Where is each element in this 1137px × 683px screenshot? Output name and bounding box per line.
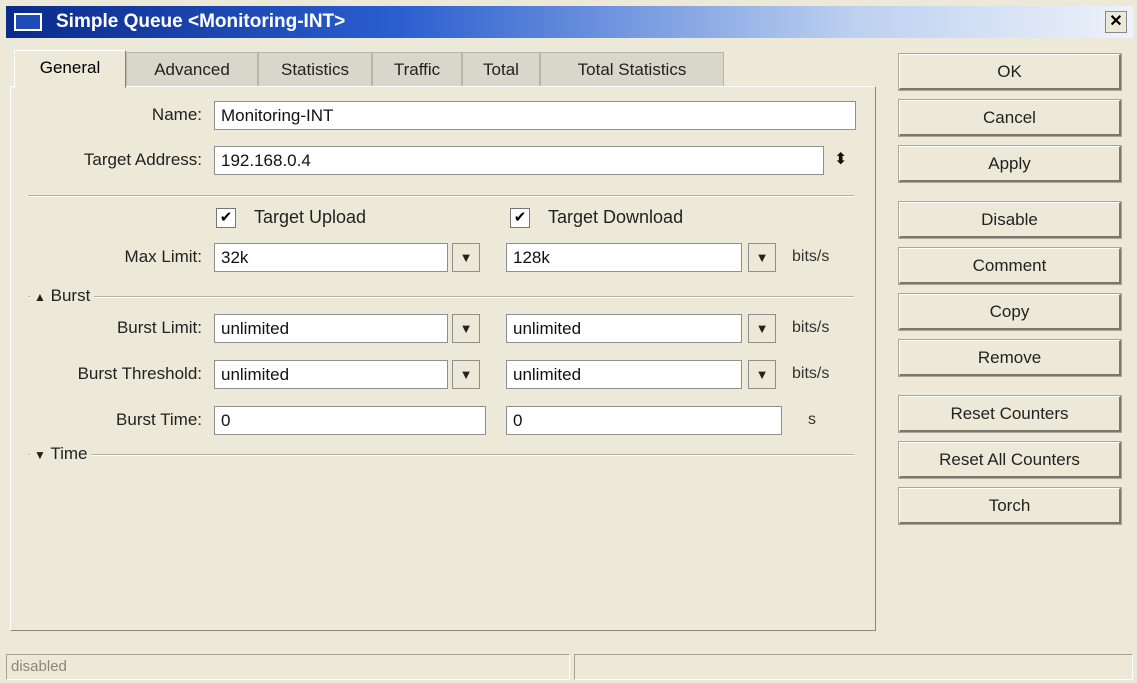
burst-threshold-download-input[interactable]: unlimited	[506, 360, 742, 389]
tab-total-statistics[interactable]: Total Statistics	[540, 52, 724, 86]
apply-button[interactable]: Apply	[898, 145, 1122, 183]
tab-traffic[interactable]: Traffic	[372, 52, 462, 86]
close-button[interactable]: ✕	[1105, 11, 1127, 33]
burst-limit-label: Burst Limit:	[116, 318, 202, 337]
cancel-button[interactable]: Cancel	[898, 99, 1122, 137]
ok-button[interactable]: OK	[898, 53, 1122, 91]
torch-button[interactable]: Torch	[898, 487, 1122, 525]
name-input[interactable]: Monitoring-INT	[214, 101, 856, 130]
burst-section-toggle[interactable]: ▲ Burst	[30, 286, 95, 306]
burst-limit-download-dropdown-icon[interactable]: ▼	[748, 314, 776, 343]
simple-queue-window: Simple Queue <Monitoring-INT> ✕ General …	[0, 0, 1137, 683]
remove-button[interactable]: Remove	[898, 339, 1122, 377]
window-icon	[14, 13, 42, 31]
burst-time-unit: s	[808, 411, 816, 428]
max-limit-upload-input[interactable]: 32k	[214, 243, 448, 272]
burst-threshold-label: Burst Threshold:	[77, 364, 202, 383]
burst-separator	[28, 296, 854, 298]
target-address-label: Target Address:	[83, 150, 202, 169]
expand-arrow-icon: ▼	[34, 448, 46, 462]
burst-threshold-download-dropdown-icon[interactable]: ▼	[748, 360, 776, 389]
burst-section-label: Burst	[50, 286, 91, 305]
max-limit-download-dropdown-icon[interactable]: ▼	[748, 243, 776, 272]
reset-counters-button[interactable]: Reset Counters	[898, 395, 1122, 433]
window-title: Simple Queue <Monitoring-INT>	[56, 11, 346, 32]
burst-threshold-upload-input[interactable]: unlimited	[214, 360, 448, 389]
comment-button[interactable]: Comment	[898, 247, 1122, 285]
tab-total[interactable]: Total	[462, 52, 540, 86]
status-text: disabled	[6, 654, 570, 680]
collapse-arrow-icon: ▲	[34, 290, 46, 304]
tab-statistics[interactable]: Statistics	[258, 52, 372, 86]
burst-threshold-unit: bits/s	[792, 365, 830, 382]
burst-time-download-input[interactable]: 0	[506, 406, 782, 435]
max-limit-label: Max Limit:	[124, 247, 202, 266]
time-separator	[28, 454, 854, 456]
copy-button[interactable]: Copy	[898, 293, 1122, 331]
burst-time-label: Burst Time:	[116, 410, 202, 429]
max-limit-upload-dropdown-icon[interactable]: ▼	[452, 243, 480, 272]
target-download-label: Target Download	[548, 207, 684, 227]
separator-top	[28, 195, 854, 197]
burst-limit-upload-dropdown-icon[interactable]: ▼	[452, 314, 480, 343]
burst-limit-unit: bits/s	[792, 319, 830, 336]
time-section-toggle[interactable]: ▼ Time	[30, 444, 92, 464]
target-address-input[interactable]: 192.168.0.4	[214, 146, 824, 175]
name-label: Name:	[151, 105, 202, 124]
tab-advanced[interactable]: Advanced	[126, 52, 258, 86]
max-limit-unit: bits/s	[792, 248, 830, 265]
target-upload-checkbox[interactable]: ✔	[216, 208, 236, 228]
time-section-label: Time	[50, 444, 88, 463]
target-upload-label: Target Upload	[254, 207, 367, 227]
status-bar: disabled	[6, 654, 1133, 680]
disable-button[interactable]: Disable	[898, 201, 1122, 239]
max-limit-download-input[interactable]: 128k	[506, 243, 742, 272]
burst-limit-upload-input[interactable]: unlimited	[214, 314, 448, 343]
burst-limit-download-input[interactable]: unlimited	[506, 314, 742, 343]
tab-general[interactable]: General	[14, 50, 126, 88]
reset-all-counters-button[interactable]: Reset All Counters	[898, 441, 1122, 479]
target-address-updown-icon[interactable]: ⬍	[834, 149, 847, 169]
burst-time-upload-input[interactable]: 0	[214, 406, 486, 435]
target-download-checkbox[interactable]: ✔	[510, 208, 530, 228]
burst-threshold-upload-dropdown-icon[interactable]: ▼	[452, 360, 480, 389]
status-cell-right	[574, 654, 1133, 680]
title-bar[interactable]: Simple Queue <Monitoring-INT> ✕	[6, 6, 1133, 38]
